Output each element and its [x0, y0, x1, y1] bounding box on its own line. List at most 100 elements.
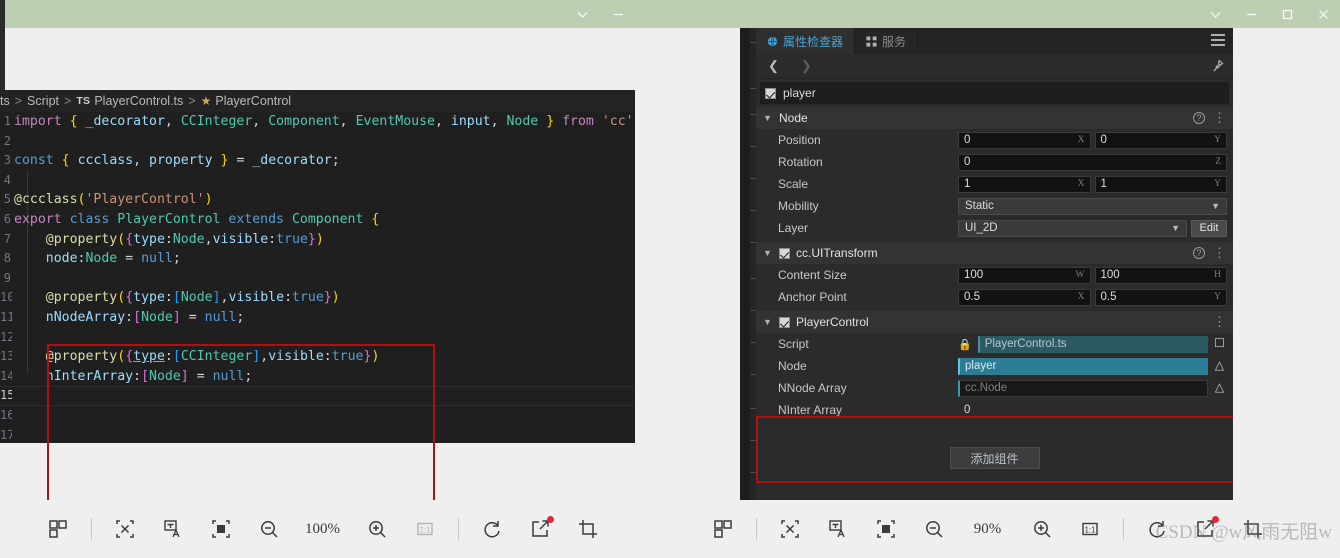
player-control-enabled-checkbox[interactable]: [779, 316, 790, 328]
typescript-icon: TS: [76, 95, 91, 107]
chevron-down-icon[interactable]: ▼: [763, 317, 773, 327]
ui-transform-enabled-checkbox[interactable]: [779, 247, 790, 259]
breadcrumb-folder-2[interactable]: Script: [27, 94, 59, 108]
chevron-down-icon[interactable]: [571, 3, 593, 25]
zoom-out-icon[interactable]: [254, 514, 284, 544]
code-text[interactable]: import { _decorator, CCInteger, Componen…: [14, 112, 635, 443]
node-icon[interactable]: △: [1212, 358, 1227, 375]
actual-size-icon[interactable]: 1:1: [1075, 514, 1105, 544]
line-number: 7: [3, 231, 11, 246]
minimize-icon[interactable]: [607, 3, 629, 25]
breadcrumb-file[interactable]: PlayerControl.ts: [94, 94, 183, 108]
fullscreen-icon[interactable]: [871, 514, 901, 544]
nnode-array-input[interactable]: cc.Node: [958, 379, 1208, 397]
left-window: ts > Script > TS PlayerControl.ts > ★ Pl…: [0, 0, 635, 558]
line-number: 8: [3, 251, 11, 266]
help-icon[interactable]: ?: [1193, 112, 1205, 124]
axis-label-y: Y: [1214, 178, 1221, 189]
scale-y-input[interactable]: 1 Y: [1094, 175, 1227, 193]
tab-inspector[interactable]: 属性检查器: [756, 28, 856, 54]
prop-row-anchor-point: Anchor Point 0.5 X 0.5 Y: [756, 286, 1233, 308]
chevron-down-icon[interactable]: ▼: [763, 248, 773, 258]
section-title-ui-transform: cc.UITransform: [796, 246, 878, 260]
edit-icon[interactable]: [1190, 514, 1220, 544]
node-name-value[interactable]: player: [783, 86, 816, 100]
pin-icon[interactable]: [1211, 59, 1224, 75]
section-ui-transform-icons: ? ⋮: [1193, 242, 1226, 264]
minimize-icon[interactable]: [1240, 3, 1262, 25]
prop-row-mobility: Mobility Static ▼: [756, 195, 1233, 217]
rotation-z-input[interactable]: 0 Z: [958, 153, 1227, 171]
translate-icon[interactable]: [158, 514, 188, 544]
tab-services[interactable]: 服务: [855, 28, 919, 54]
anchor-x-input[interactable]: 0.5 X: [958, 288, 1091, 306]
section-header-player-control[interactable]: ▼ PlayerControl ⋮: [756, 311, 1233, 333]
script-icon[interactable]: ☐: [1212, 336, 1227, 353]
right-window-controls: [1204, 0, 1334, 28]
nav-forward-icon[interactable]: ❯: [801, 58, 812, 74]
toolbar-divider-2: [457, 518, 459, 540]
node-enabled-checkbox[interactable]: [765, 87, 776, 99]
zoom-out-icon[interactable]: [919, 514, 949, 544]
translate-icon[interactable]: [823, 514, 853, 544]
help-icon[interactable]: ?: [1193, 247, 1205, 259]
fullscreen-icon[interactable]: [206, 514, 236, 544]
layer-edit-button[interactable]: Edit: [1191, 219, 1227, 237]
section-player-control-icons: ⋮: [1213, 311, 1226, 333]
section-header-ui-transform[interactable]: ▼ cc.UITransform ? ⋮: [756, 242, 1233, 264]
zoom-in-icon[interactable]: [362, 514, 392, 544]
nav-back-icon[interactable]: ❮: [768, 58, 779, 74]
script-ref-input[interactable]: PlayerControl.ts: [977, 335, 1208, 353]
panel-menu-icon[interactable]: [1211, 34, 1225, 46]
layout-icon[interactable]: [708, 514, 738, 544]
position-x-input[interactable]: 0 X: [958, 131, 1091, 149]
ninter-array-input[interactable]: 0: [958, 401, 1227, 419]
zoom-in-icon[interactable]: [1027, 514, 1057, 544]
prop-row-layer: Layer UI_2D ▼ Edit: [756, 217, 1233, 239]
svg-text:1:1: 1:1: [419, 526, 431, 535]
line-number: 14: [0, 368, 12, 383]
inspector-tab-bar: 属性检查器 服务: [756, 28, 1233, 54]
class-symbol-icon: ★: [200, 94, 212, 108]
breadcrumb[interactable]: ts > Script > TS PlayerControl.ts > ★ Pl…: [0, 90, 635, 112]
mobility-select[interactable]: Static ▼: [958, 197, 1227, 215]
more-options-icon[interactable]: ⋮: [1213, 315, 1226, 328]
right-toolbar: 90% 1:1: [635, 500, 1340, 558]
line-number: 3: [3, 153, 11, 168]
section-header-node[interactable]: ▼ Node ? ⋮: [756, 107, 1233, 129]
content-size-w-input[interactable]: 100 W: [958, 266, 1091, 284]
fit-icon[interactable]: [775, 514, 805, 544]
crop-icon[interactable]: [1238, 514, 1268, 544]
more-options-icon[interactable]: ⋮: [1213, 246, 1226, 259]
layer-select[interactable]: UI_2D ▼: [958, 219, 1187, 237]
node-ref-input[interactable]: player: [958, 357, 1208, 375]
axis-label-x: X: [1077, 178, 1085, 189]
position-y-input[interactable]: 0 Y: [1094, 131, 1227, 149]
fit-icon[interactable]: [110, 514, 140, 544]
layout-icon[interactable]: [43, 514, 73, 544]
crop-icon[interactable]: [573, 514, 603, 544]
add-component-button[interactable]: 添加组件: [949, 447, 1040, 469]
anchor-y-input[interactable]: 0.5 Y: [1094, 288, 1227, 306]
rotate-icon[interactable]: [1142, 514, 1172, 544]
section-title-player-control: PlayerControl: [796, 315, 869, 329]
chevron-down-icon[interactable]: [1204, 3, 1226, 25]
chevron-down-icon[interactable]: ▼: [763, 113, 773, 123]
code-area[interactable]: 1 2 3 4 5 6 7 8 9 10 11 12 13 14 15 16 17 import { _deco…: [0, 112, 635, 516]
tab-inspector-label: 属性检查器: [783, 34, 844, 49]
node-ref-value: player: [965, 360, 997, 372]
content-size-h-input[interactable]: 100 H: [1094, 266, 1227, 284]
edit-icon[interactable]: [525, 514, 555, 544]
node-name-row[interactable]: player: [760, 82, 1229, 104]
more-options-icon[interactable]: ⋮: [1213, 111, 1226, 124]
rotate-icon[interactable]: [477, 514, 507, 544]
maximize-icon[interactable]: [1276, 3, 1298, 25]
node-icon[interactable]: △: [1212, 380, 1227, 397]
line-number: 4: [3, 172, 11, 187]
close-icon[interactable]: [1312, 3, 1334, 25]
scale-x-input[interactable]: 1 X: [958, 175, 1091, 193]
breadcrumb-folder-1[interactable]: ts: [0, 94, 10, 108]
actual-size-icon[interactable]: 1:1: [410, 514, 440, 544]
breadcrumb-symbol[interactable]: PlayerControl: [215, 94, 291, 108]
axis-label-z: Z: [1215, 156, 1221, 167]
